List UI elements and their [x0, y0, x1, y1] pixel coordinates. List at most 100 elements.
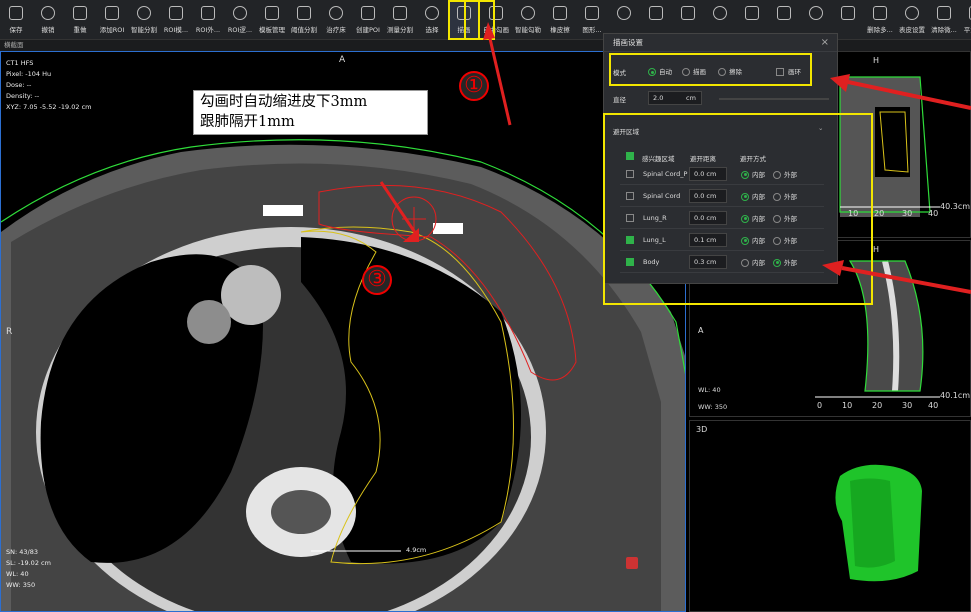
orientation-left: R	[6, 327, 13, 337]
toolbar-label: 撤销	[41, 26, 55, 34]
toolbar-label: 治疗床	[326, 26, 346, 34]
interp-icon	[681, 6, 695, 20]
radius-slider[interactable]	[719, 98, 829, 100]
marker-3: ③	[362, 265, 392, 295]
orientation-top: A	[339, 55, 346, 65]
toolbar-button-16[interactable]: 智能勾勒	[512, 0, 544, 40]
close-icon[interactable]: ×	[821, 37, 829, 48]
toolbar-label: ROI逻...	[227, 26, 253, 34]
toolbar-label: 橡皮擦	[550, 26, 570, 34]
move-icon	[777, 6, 791, 20]
toolbar-button-3[interactable]: 添加ROI	[96, 0, 128, 40]
dialog-title: 描画设置	[604, 34, 837, 52]
move2-icon	[809, 6, 823, 20]
info-sl: SL: -19.02 cm	[6, 559, 51, 567]
toolbar-button-4[interactable]: 智能分割	[128, 0, 160, 40]
scale-label-1: 40.3cm	[940, 202, 971, 211]
skin-icon	[905, 6, 919, 20]
toolbar-label: 表皮设置	[899, 26, 925, 34]
tick-30: 30	[902, 209, 913, 218]
roi-icon	[745, 6, 759, 20]
ct-image	[1, 139, 685, 611]
slice-info: SN: 43/83 SL: -19.02 cm WL: 40 WW: 350	[6, 547, 51, 591]
toolbar-button-12[interactable]: 测量分割	[384, 0, 416, 40]
toolbar-label: 测量分割	[387, 26, 413, 34]
orientation-top-1: H	[873, 56, 880, 65]
toolbar-button-1[interactable]: 撤销	[32, 0, 64, 40]
toolbar-label: 删除多...	[867, 26, 893, 34]
toolbar-button-6[interactable]: ROI外...	[192, 0, 224, 40]
toolbar-label: 添加ROI	[99, 26, 125, 34]
eraser-icon	[553, 6, 567, 20]
template-icon	[265, 6, 279, 20]
highlight-draw-tool	[464, 0, 495, 40]
marker-1: ①	[459, 71, 489, 101]
toolbar-label: 平滑ROI	[963, 26, 971, 34]
toolbar-button-13[interactable]: 选择	[416, 0, 448, 40]
toolbar-button-30[interactable]: 平滑ROI	[960, 0, 971, 40]
wl-label-2: WL: 40	[698, 386, 721, 394]
toolbar-label: 保存	[9, 26, 23, 34]
roi-expand-icon	[201, 6, 215, 20]
info-dose: Dose: --	[6, 81, 32, 89]
toolbar-button-0[interactable]: 保存	[0, 0, 32, 40]
toolbar-button-9[interactable]: 阈值分割	[288, 0, 320, 40]
toolbar-button-7[interactable]: ROI逻...	[224, 0, 256, 40]
brush-icon	[841, 6, 855, 20]
shape-icon	[585, 6, 599, 20]
add-roi-icon	[105, 6, 119, 20]
save-icon	[9, 6, 23, 20]
toolbar-button-10[interactable]: 治疗床	[320, 0, 352, 40]
info-wl: WL: 40	[6, 570, 29, 578]
tick-40: 40	[928, 209, 939, 218]
radius-label: 直径	[613, 96, 626, 104]
toolbar-label: 阈值分割	[291, 26, 317, 34]
redo-icon	[73, 6, 87, 20]
tick-20b: 20	[872, 401, 883, 410]
toolbar-label: ROI模...	[163, 26, 189, 34]
smart-contour-icon	[521, 6, 535, 20]
3d-viewport[interactable]: 3D	[689, 420, 971, 612]
copy-icon	[713, 6, 727, 20]
toolbar-button-8[interactable]: 模板管理	[256, 0, 288, 40]
highlight-avoid	[603, 113, 873, 305]
scale-label: 4.9cm	[406, 546, 427, 554]
highlight-mode	[609, 53, 812, 86]
rectangle-icon	[649, 6, 663, 20]
smart-segment-icon	[137, 6, 151, 20]
orientation-cube-icon[interactable]	[626, 557, 638, 569]
note-line-2: 跟肺隔开1mm	[200, 114, 295, 130]
select-icon	[425, 6, 439, 20]
roi-logic-icon	[233, 6, 247, 20]
tick-30b: 30	[902, 401, 913, 410]
image-info: CT1 HFS Pixel: -104 Hu Dose: -- Density:…	[6, 58, 91, 113]
note-line-1: 勾画时自动缩进皮下3mm	[200, 94, 368, 110]
toolbar-button-29[interactable]: 清除微...	[928, 0, 960, 40]
toolbar-button-5[interactable]: ROI模...	[160, 0, 192, 40]
orientation-left-2: A	[698, 326, 704, 335]
ww-label-2: WW: 350	[698, 403, 728, 411]
info-xyz: XYZ: 7.05 -5.52 -19.02 cm	[6, 103, 92, 111]
info-density: Density: --	[6, 92, 40, 100]
annotation-note: 勾画时自动缩进皮下3mm 跟肺隔开1mm	[193, 90, 428, 135]
tick-40b: 40	[928, 401, 939, 410]
toolbar-label: 智能分割	[131, 26, 157, 34]
toolbar-label: 智能勾勒	[515, 26, 541, 34]
toolbar-label: 模板管理	[259, 26, 285, 34]
scale-label-2: 40.1cm	[940, 391, 971, 400]
toolbar-button-17[interactable]: 橡皮擦	[544, 0, 576, 40]
toolbar-button-27[interactable]: 删除多...	[864, 0, 896, 40]
toolbar-button-11[interactable]: 创建POI	[352, 0, 384, 40]
toolbar-button-28[interactable]: 表皮设置	[896, 0, 928, 40]
toolbar-button-2[interactable]: 重做	[64, 0, 96, 40]
tick-10b: 10	[842, 401, 853, 410]
delete-multi-icon	[873, 6, 887, 20]
measure-icon	[393, 6, 407, 20]
toolbar-label: ROI外...	[195, 26, 221, 34]
clean-icon	[937, 6, 951, 20]
info-ww: WW: 350	[6, 581, 36, 589]
orientation-top-2: H	[873, 245, 880, 254]
tick-0: 0	[817, 401, 823, 410]
axial-viewport[interactable]: CT1 HFS Pixel: -104 Hu Dose: -- Density:…	[0, 51, 686, 612]
undo-icon	[41, 6, 55, 20]
